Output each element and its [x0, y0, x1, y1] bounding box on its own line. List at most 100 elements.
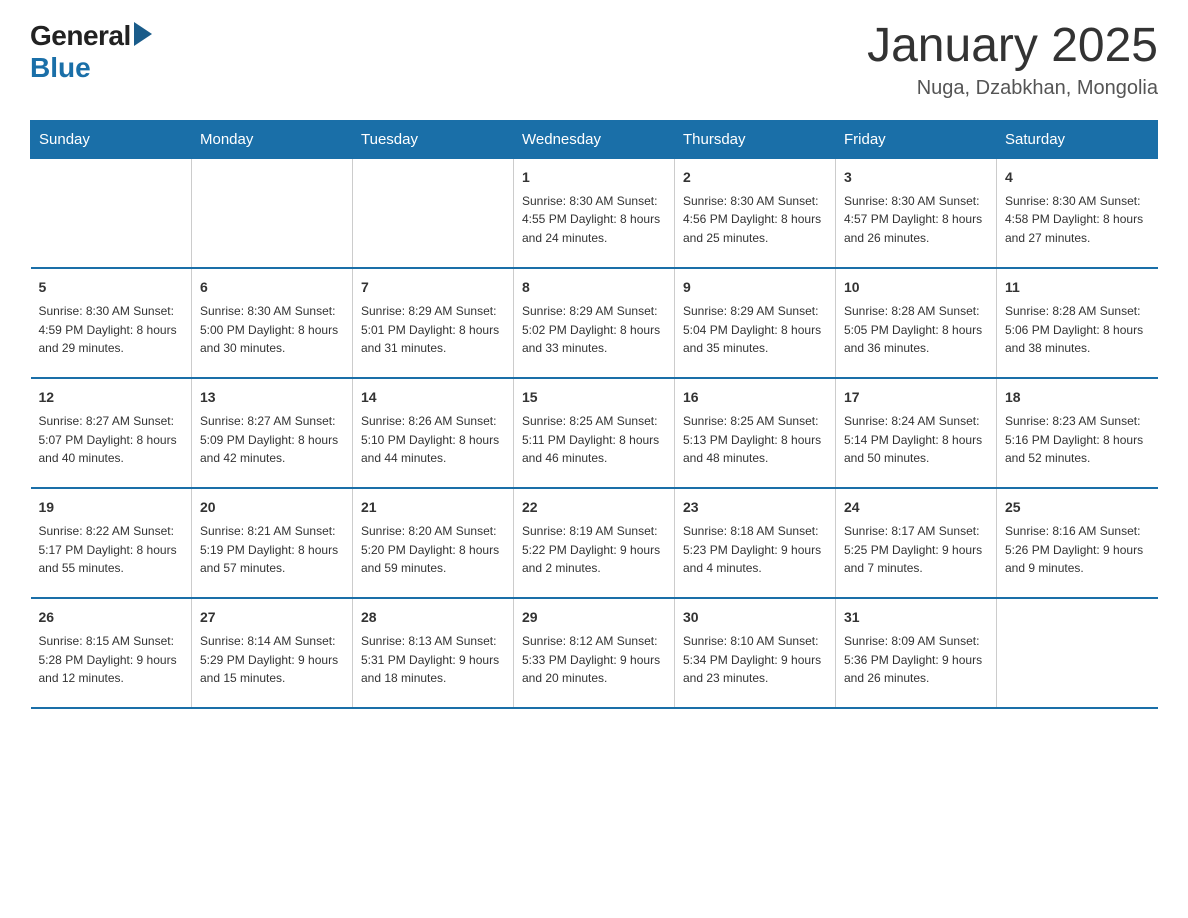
day-cell — [192, 158, 353, 268]
day-info: Sunrise: 8:30 AM Sunset: 4:59 PM Dayligh… — [39, 302, 184, 358]
day-number: 18 — [1005, 387, 1150, 408]
calendar-table: SundayMondayTuesdayWednesdayThursdayFrid… — [30, 120, 1158, 710]
day-cell: 27 Sunrise: 8:14 AM Sunset: 5:29 PM Dayli… — [192, 598, 353, 708]
day-cell — [353, 158, 514, 268]
header-cell-tuesday: Tuesday — [353, 120, 514, 158]
day-number: 8 — [522, 277, 666, 298]
day-info: Sunrise: 8:18 AM Sunset: 5:23 PM Dayligh… — [683, 522, 827, 578]
calendar-title: January 2025 — [867, 20, 1158, 73]
day-number: 20 — [200, 497, 344, 518]
day-info: Sunrise: 8:30 AM Sunset: 5:00 PM Dayligh… — [200, 302, 344, 358]
day-number: 13 — [200, 387, 344, 408]
day-cell — [31, 158, 192, 268]
day-cell: 29 Sunrise: 8:12 AM Sunset: 5:33 PM Dayli… — [514, 598, 675, 708]
day-info: Sunrise: 8:30 AM Sunset: 4:56 PM Dayligh… — [683, 192, 827, 248]
day-number: 1 — [522, 167, 666, 188]
day-info: Sunrise: 8:25 AM Sunset: 5:13 PM Dayligh… — [683, 412, 827, 468]
day-number: 17 — [844, 387, 988, 408]
day-cell: 22Sunrise: 8:19 AM Sunset: 5:22 PM Dayli… — [514, 488, 675, 598]
day-info: Sunrise: 8:25 AM Sunset: 5:11 PM Dayligh… — [522, 412, 666, 468]
day-info: Sunrise: 8:16 AM Sunset: 5:26 PM Dayligh… — [1005, 522, 1150, 578]
day-number: 24 — [844, 497, 988, 518]
day-info: Sunrise: 8:20 AM Sunset: 5:20 PM Dayligh… — [361, 522, 505, 578]
day-info: Sunrise: 8:26 AM Sunset: 5:10 PM Dayligh… — [361, 412, 505, 468]
day-cell: 25Sunrise: 8:16 AM Sunset: 5:26 PM Dayli… — [997, 488, 1158, 598]
day-info: Sunrise: 8:30 AM Sunset: 4:55 PM Dayligh… — [522, 192, 666, 248]
day-info: Sunrise: 8:13 AM Sunset: 5:31 PM Dayligh… — [361, 632, 505, 688]
logo-triangle-icon — [134, 22, 152, 46]
day-cell: 20Sunrise: 8:21 AM Sunset: 5:19 PM Dayli… — [192, 488, 353, 598]
day-info: Sunrise: 8:27 AM Sunset: 5:09 PM Dayligh… — [200, 412, 344, 468]
day-cell: 1 Sunrise: 8:30 AM Sunset: 4:55 PM Daylig… — [514, 158, 675, 268]
calendar-body: 1 Sunrise: 8:30 AM Sunset: 4:55 PM Daylig… — [31, 158, 1158, 708]
day-number: 3 — [844, 167, 988, 188]
header-row: SundayMondayTuesdayWednesdayThursdayFrid… — [31, 120, 1158, 158]
day-number: 27 — [200, 607, 344, 628]
day-cell: 30Sunrise: 8:10 AM Sunset: 5:34 PM Dayli… — [675, 598, 836, 708]
day-info: Sunrise: 8:27 AM Sunset: 5:07 PM Dayligh… — [39, 412, 184, 468]
day-info: Sunrise: 8:28 AM Sunset: 5:06 PM Dayligh… — [1005, 302, 1150, 358]
day-cell: 7 Sunrise: 8:29 AM Sunset: 5:01 PM Daylig… — [353, 268, 514, 378]
day-number: 10 — [844, 277, 988, 298]
header-cell-sunday: Sunday — [31, 120, 192, 158]
week-row-2: 5Sunrise: 8:30 AM Sunset: 4:59 PM Daylig… — [31, 268, 1158, 378]
day-cell: 31Sunrise: 8:09 AM Sunset: 5:36 PM Dayli… — [836, 598, 997, 708]
day-number: 19 — [39, 497, 184, 518]
week-row-5: 26Sunrise: 8:15 AM Sunset: 5:28 PM Dayli… — [31, 598, 1158, 708]
day-info: Sunrise: 8:23 AM Sunset: 5:16 PM Dayligh… — [1005, 412, 1150, 468]
day-cell: 10Sunrise: 8:28 AM Sunset: 5:05 PM Dayli… — [836, 268, 997, 378]
day-number: 15 — [522, 387, 666, 408]
day-cell: 26Sunrise: 8:15 AM Sunset: 5:28 PM Dayli… — [31, 598, 192, 708]
day-cell: 17 Sunrise: 8:24 AM Sunset: 5:14 PM Dayli… — [836, 378, 997, 488]
day-number: 16 — [683, 387, 827, 408]
logo: General Blue — [30, 20, 152, 84]
day-number: 28 — [361, 607, 505, 628]
day-cell: 13 Sunrise: 8:27 AM Sunset: 5:09 PM Dayli… — [192, 378, 353, 488]
day-info: Sunrise: 8:30 AM Sunset: 4:57 PM Dayligh… — [844, 192, 988, 248]
day-cell: 24Sunrise: 8:17 AM Sunset: 5:25 PM Dayli… — [836, 488, 997, 598]
day-cell: 28 Sunrise: 8:13 AM Sunset: 5:31 PM Dayli… — [353, 598, 514, 708]
day-number: 29 — [522, 607, 666, 628]
day-info: Sunrise: 8:29 AM Sunset: 5:04 PM Dayligh… — [683, 302, 827, 358]
logo-blue-text: Blue — [30, 52, 91, 83]
week-row-1: 1 Sunrise: 8:30 AM Sunset: 4:55 PM Daylig… — [31, 158, 1158, 268]
day-number: 7 — [361, 277, 505, 298]
day-number: 4 — [1005, 167, 1150, 188]
title-section: January 2025 Nuga, Dzabkhan, Mongolia — [867, 20, 1158, 100]
header-cell-wednesday: Wednesday — [514, 120, 675, 158]
day-cell: 19Sunrise: 8:22 AM Sunset: 5:17 PM Dayli… — [31, 488, 192, 598]
logo-general-text: General — [30, 20, 131, 52]
day-info: Sunrise: 8:09 AM Sunset: 5:36 PM Dayligh… — [844, 632, 988, 688]
day-info: Sunrise: 8:30 AM Sunset: 4:58 PM Dayligh… — [1005, 192, 1150, 248]
day-number: 9 — [683, 277, 827, 298]
day-number: 6 — [200, 277, 344, 298]
page-header: General Blue January 2025 Nuga, Dzabkhan… — [30, 20, 1158, 100]
day-number: 14 — [361, 387, 505, 408]
day-number: 21 — [361, 497, 505, 518]
day-cell: 23 Sunrise: 8:18 AM Sunset: 5:23 PM Dayli… — [675, 488, 836, 598]
calendar-header: SundayMondayTuesdayWednesdayThursdayFrid… — [31, 120, 1158, 158]
day-number: 11 — [1005, 277, 1150, 298]
day-number: 12 — [39, 387, 184, 408]
header-cell-saturday: Saturday — [997, 120, 1158, 158]
week-row-3: 12 Sunrise: 8:27 AM Sunset: 5:07 PM Dayli… — [31, 378, 1158, 488]
day-cell: 3 Sunrise: 8:30 AM Sunset: 4:57 PM Daylig… — [836, 158, 997, 268]
day-number: 30 — [683, 607, 827, 628]
day-number: 23 — [683, 497, 827, 518]
day-cell: 6 Sunrise: 8:30 AM Sunset: 5:00 PM Daylig… — [192, 268, 353, 378]
header-cell-monday: Monday — [192, 120, 353, 158]
day-info: Sunrise: 8:29 AM Sunset: 5:01 PM Dayligh… — [361, 302, 505, 358]
header-cell-thursday: Thursday — [675, 120, 836, 158]
header-cell-friday: Friday — [836, 120, 997, 158]
day-cell: 11 Sunrise: 8:28 AM Sunset: 5:06 PM Dayli… — [997, 268, 1158, 378]
day-cell: 18 Sunrise: 8:23 AM Sunset: 5:16 PM Dayli… — [997, 378, 1158, 488]
day-info: Sunrise: 8:19 AM Sunset: 5:22 PM Dayligh… — [522, 522, 666, 578]
calendar-subtitle: Nuga, Dzabkhan, Mongolia — [867, 77, 1158, 100]
day-number: 26 — [39, 607, 184, 628]
day-cell: 21 Sunrise: 8:20 AM Sunset: 5:20 PM Dayli… — [353, 488, 514, 598]
day-info: Sunrise: 8:14 AM Sunset: 5:29 PM Dayligh… — [200, 632, 344, 688]
day-info: Sunrise: 8:29 AM Sunset: 5:02 PM Dayligh… — [522, 302, 666, 358]
day-info: Sunrise: 8:12 AM Sunset: 5:33 PM Dayligh… — [522, 632, 666, 688]
day-cell: 16 Sunrise: 8:25 AM Sunset: 5:13 PM Dayli… — [675, 378, 836, 488]
day-info: Sunrise: 8:24 AM Sunset: 5:14 PM Dayligh… — [844, 412, 988, 468]
